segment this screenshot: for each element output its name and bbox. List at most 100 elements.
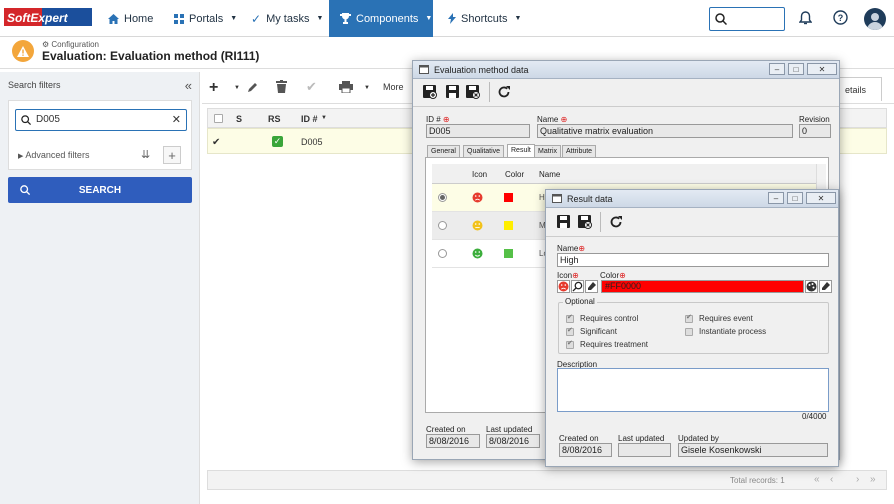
tab-general[interactable]: General xyxy=(427,145,460,157)
filter-search-input[interactable]: D005 ✕ xyxy=(15,109,187,131)
maximize-button[interactable]: □ xyxy=(787,192,803,204)
requires-treatment-option[interactable]: Requires treatment xyxy=(566,339,648,349)
selected-sad-face-icon[interactable] xyxy=(557,280,570,293)
print-icon[interactable] xyxy=(339,81,353,93)
softexpert-logo[interactable]: SoftExpert xyxy=(4,5,92,31)
column-rs[interactable]: RS xyxy=(268,114,281,124)
breadcrumb-label: Configuration xyxy=(51,40,99,49)
requires-event-checkbox[interactable] xyxy=(685,313,693,323)
help-icon[interactable]: ? xyxy=(833,10,848,25)
created-on-field[interactable]: 8/08/2016 xyxy=(559,443,612,457)
search-icon[interactable] xyxy=(571,280,584,293)
sort-icon[interactable]: ⇊ xyxy=(141,148,150,161)
tab-details[interactable]: etails xyxy=(836,77,882,101)
edit-icon[interactable] xyxy=(247,81,259,93)
refresh-icon[interactable] xyxy=(609,215,623,229)
more-button[interactable]: More xyxy=(383,82,404,92)
save-close-icon[interactable] xyxy=(578,215,592,229)
avatar[interactable] xyxy=(864,8,886,30)
significant-checkbox[interactable] xyxy=(566,326,574,336)
revision-label: Revision xyxy=(799,115,830,124)
required-icon: ⊕ xyxy=(560,115,568,124)
trophy-icon xyxy=(340,13,351,24)
requires-event-option[interactable]: Requires event xyxy=(685,313,753,323)
select-all-checkbox[interactable] xyxy=(214,114,223,123)
tab-attribute[interactable]: Attribute xyxy=(562,145,597,157)
id-field[interactable]: D005 xyxy=(426,124,530,138)
minimize-button[interactable]: – xyxy=(768,192,784,204)
instantiate-process-option[interactable]: Instantiate process xyxy=(685,327,766,336)
advanced-filters-toggle[interactable]: ▶ Advanced filters xyxy=(18,150,89,160)
bell-icon[interactable] xyxy=(799,11,812,25)
nav-shortcuts[interactable]: Shortcuts ▼ xyxy=(440,0,529,37)
updated-by-field[interactable]: Gisele Kosenkowski xyxy=(678,443,828,457)
toolbar-divider xyxy=(600,212,601,232)
first-page-icon[interactable]: « xyxy=(814,474,820,485)
nav-components[interactable]: Components ▼ xyxy=(329,0,433,37)
prev-page-icon[interactable]: ‹ xyxy=(830,474,833,485)
last-updated-label: Last updated xyxy=(618,434,665,443)
nav-components-label: Components xyxy=(356,12,419,25)
required-icon: ⊕ xyxy=(572,271,579,280)
eraser-icon[interactable] xyxy=(585,280,598,293)
close-button[interactable]: ✕ xyxy=(806,192,836,204)
required-icon: ⊕ xyxy=(619,271,626,280)
column-color[interactable]: Color xyxy=(505,170,524,179)
chevron-down-icon[interactable]: ▼ xyxy=(364,85,370,91)
column-name[interactable]: Name xyxy=(539,170,560,179)
chevron-down-icon[interactable]: ▼ xyxy=(234,85,240,91)
search-button[interactable]: SEARCH xyxy=(8,177,192,203)
instantiate-process-checkbox[interactable] xyxy=(685,327,693,336)
column-id[interactable]: ID # xyxy=(301,114,318,124)
name-field[interactable]: Qualitative matrix evaluation xyxy=(537,124,793,138)
column-icon[interactable]: Icon xyxy=(472,170,487,179)
nav-home[interactable]: Home xyxy=(100,0,161,37)
description-textarea[interactable] xyxy=(557,368,829,412)
save-close-icon[interactable] xyxy=(466,85,480,99)
row-radio[interactable] xyxy=(438,249,447,258)
maximize-button[interactable]: □ xyxy=(788,63,804,75)
requires-treatment-checkbox[interactable] xyxy=(566,339,574,349)
approve-icon[interactable]: ✔ xyxy=(306,79,317,95)
add-filter-button[interactable]: + xyxy=(163,146,181,164)
trash-icon[interactable] xyxy=(276,80,287,93)
tab-result[interactable]: Result xyxy=(507,144,535,157)
checkmark-icon: ✓ xyxy=(251,11,262,26)
column-s[interactable]: S xyxy=(236,114,242,124)
save-new-icon[interactable] xyxy=(423,85,437,99)
search-button-label: SEARCH xyxy=(78,184,122,196)
revision-field[interactable]: 0 xyxy=(799,124,831,138)
collapse-panel-icon[interactable]: « xyxy=(185,78,192,93)
breadcrumb[interactable]: ⚙ Configuration xyxy=(42,40,99,49)
close-button[interactable]: ✕ xyxy=(807,63,837,75)
color-palette-icon[interactable] xyxy=(805,280,818,293)
last-updated-field[interactable]: 8/08/2016 xyxy=(486,434,540,448)
requires-control-checkbox[interactable] xyxy=(566,313,574,323)
row-radio[interactable] xyxy=(438,221,447,230)
nav-portals[interactable]: Portals ▼ xyxy=(166,0,245,37)
created-on-field[interactable]: 8/08/2016 xyxy=(426,434,480,448)
tab-matrix[interactable]: Matrix xyxy=(534,145,562,157)
significant-option[interactable]: Significant xyxy=(566,326,617,336)
clear-icon[interactable]: ✕ xyxy=(172,113,181,126)
requires-control-option[interactable]: Requires control xyxy=(566,313,638,323)
eraser-icon[interactable] xyxy=(819,280,832,293)
nav-home-label: Home xyxy=(124,12,154,25)
toolbar-separator xyxy=(546,236,838,237)
row-radio[interactable] xyxy=(438,193,447,202)
character-count: 0/4000 xyxy=(802,412,827,421)
add-button[interactable]: + xyxy=(209,79,218,97)
save-icon[interactable] xyxy=(446,85,459,98)
result-name-field[interactable]: High xyxy=(557,253,829,267)
refresh-icon[interactable] xyxy=(497,85,511,99)
row-checkbox[interactable]: ✔ xyxy=(212,137,220,148)
last-updated-field[interactable] xyxy=(618,443,671,457)
tab-qualitative[interactable]: Qualitative xyxy=(463,145,505,157)
nav-my-tasks[interactable]: ✓ My tasks ▼ xyxy=(243,0,331,37)
color-value-field[interactable]: #FF0000 xyxy=(601,280,804,293)
global-search-input[interactable] xyxy=(709,7,785,31)
next-page-icon[interactable]: › xyxy=(856,474,859,485)
last-page-icon[interactable]: » xyxy=(870,474,876,485)
save-icon[interactable] xyxy=(557,215,570,228)
minimize-button[interactable]: – xyxy=(769,63,785,75)
